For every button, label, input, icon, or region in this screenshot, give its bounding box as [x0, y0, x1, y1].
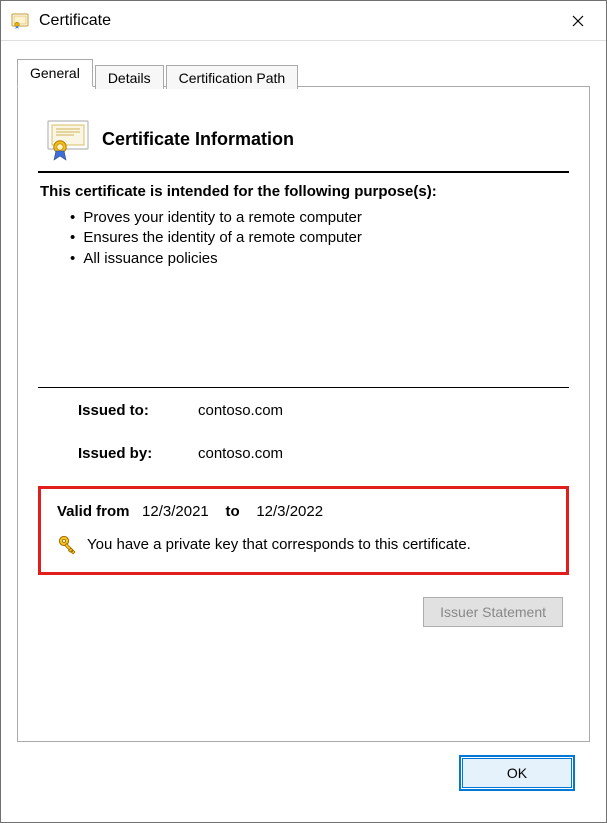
- validity-highlight: Valid from 12/3/2021 to 12/3/2022: [38, 486, 569, 575]
- issued-by-row: Issued by: contoso.com: [78, 445, 569, 462]
- dialog-body: General Details Certification Path: [1, 41, 606, 822]
- purpose-item: All issuance policies: [84, 249, 569, 269]
- issuer-statement-button: Issuer Statement: [423, 597, 563, 627]
- certificate-dialog: Certificate General Details Certificatio…: [0, 0, 607, 823]
- issuance-details: Issued to: contoso.com Issued by: contos…: [38, 388, 569, 480]
- purpose-list: Proves your identity to a remote compute…: [38, 208, 569, 269]
- certificate-badge-icon: [44, 117, 92, 161]
- ok-button[interactable]: OK: [462, 758, 572, 788]
- tab-general-label: General: [30, 65, 80, 81]
- valid-to-label: to: [225, 503, 239, 520]
- purpose-item: Proves your identity to a remote compute…: [84, 208, 569, 228]
- issued-by-value: contoso.com: [192, 445, 283, 462]
- issuer-statement-row: Issuer Statement: [38, 575, 569, 627]
- tab-general[interactable]: General: [17, 59, 93, 87]
- valid-from-label: Valid from: [57, 503, 130, 520]
- tab-details[interactable]: Details: [95, 65, 164, 89]
- tab-certification-path[interactable]: Certification Path: [166, 65, 299, 89]
- purpose-item: Ensures the identity of a remote compute…: [84, 228, 569, 248]
- tab-path-label: Certification Path: [179, 70, 286, 86]
- dialog-footer: OK: [17, 742, 590, 806]
- issued-by-label: Issued by:: [78, 445, 192, 462]
- private-key-message: You have a private key that corresponds …: [87, 536, 471, 553]
- issued-to-label: Issued to:: [78, 402, 192, 419]
- issuer-statement-label: Issuer Statement: [440, 604, 546, 620]
- validity-line: Valid from 12/3/2021 to 12/3/2022: [57, 503, 558, 520]
- titlebar: Certificate: [1, 1, 606, 41]
- valid-from-date: 12/3/2021: [142, 503, 209, 520]
- purpose-heading: This certificate is intended for the fol…: [38, 173, 569, 208]
- close-icon: [572, 15, 584, 27]
- issued-to-value: contoso.com: [192, 402, 283, 419]
- cert-info-title: Certificate Information: [102, 129, 294, 150]
- tab-details-label: Details: [108, 70, 151, 86]
- window-title: Certificate: [39, 12, 111, 30]
- issued-to-row: Issued to: contoso.com: [78, 402, 569, 419]
- close-button[interactable]: [554, 2, 602, 40]
- private-key-line: You have a private key that corresponds …: [57, 534, 558, 556]
- ok-label: OK: [507, 765, 527, 781]
- cert-info-header: Certificate Information: [38, 115, 569, 171]
- tabs-strip: General Details Certification Path: [17, 59, 590, 87]
- key-icon: [57, 534, 79, 556]
- valid-to-date: 12/3/2022: [256, 503, 323, 520]
- tab-content-general: Certificate Information This certificate…: [17, 86, 590, 742]
- certificate-app-icon: [11, 12, 29, 30]
